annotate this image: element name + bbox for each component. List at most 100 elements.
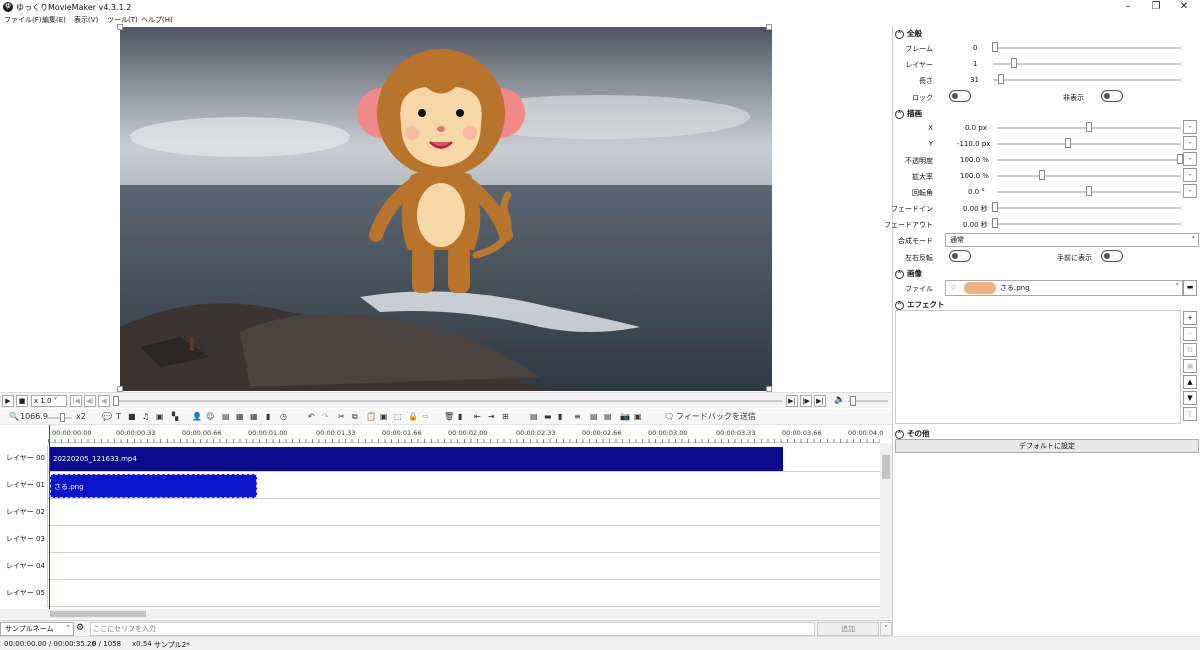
slider-thumb[interactable]	[1039, 170, 1045, 180]
y-value[interactable]: -110.0 px	[957, 140, 997, 148]
scale-menu-button[interactable]: -	[1183, 168, 1197, 182]
menu-file[interactable]: ファイル(F)	[4, 15, 42, 25]
select-icon[interactable]: ⬚	[394, 412, 402, 422]
slider-thumb[interactable]	[1065, 138, 1071, 148]
length-slider[interactable]	[993, 79, 1181, 81]
slider-thumb[interactable]	[1086, 122, 1092, 132]
remove-effect-icon[interactable]: −	[1183, 327, 1197, 341]
fadein-slider[interactable]	[993, 207, 1181, 209]
copy-icon[interactable]: ⧉	[352, 412, 358, 422]
collapse-icon[interactable]: ^	[895, 29, 904, 39]
text-icon[interactable]: T	[116, 412, 121, 422]
folder-open-icon[interactable]: ▬	[1183, 280, 1197, 296]
opacity-value[interactable]: 100.0 %	[960, 156, 998, 164]
reset-default-button[interactable]: デフォルトに設定	[895, 439, 1199, 453]
volume-icon[interactable]: 🔈	[834, 395, 845, 405]
section-general[interactable]: ^ 全般	[895, 28, 922, 39]
template-icon[interactable]: ▤	[222, 412, 230, 422]
feedback-icon[interactable]: 🗨	[664, 412, 674, 422]
star-icon[interactable]: ☆	[950, 282, 957, 294]
paste-special-icon[interactable]: ▣	[380, 412, 388, 422]
more-icon[interactable]: ⋮	[1183, 407, 1197, 421]
effect-list[interactable]	[895, 310, 1181, 424]
layer-row[interactable]: レイヤー 05	[0, 580, 880, 607]
lock-toggle[interactable]	[949, 90, 971, 102]
save-icon[interactable]: ▮	[266, 412, 270, 422]
menu-view[interactable]: 表示(V)	[74, 15, 98, 25]
person-icon[interactable]: 👤	[192, 412, 202, 422]
video-clip[interactable]: 20220205_121633.mp4	[50, 447, 783, 471]
feedback-button[interactable]: フィードバックを送信	[676, 412, 756, 422]
link-icon[interactable]: ⇔	[422, 412, 429, 422]
slider-thumb[interactable]	[1086, 186, 1092, 196]
menu-help[interactable]: ヘルプ(H)	[141, 15, 173, 25]
handle-top-left[interactable]	[117, 24, 123, 30]
timeline-vscroll[interactable]	[880, 443, 892, 609]
frame-slider[interactable]	[993, 47, 1181, 49]
rotation-value[interactable]: 0.0 °	[968, 188, 1000, 196]
slider-thumb[interactable]	[1011, 58, 1017, 68]
rotation-menu-button[interactable]: -	[1183, 184, 1197, 198]
close-icon[interactable]: ✕	[1170, 0, 1198, 14]
copy-effect-icon[interactable]: ⧉	[1183, 343, 1197, 357]
redo-icon[interactable]: ↷	[322, 412, 329, 422]
opacity-slider[interactable]	[997, 159, 1181, 161]
camera-icon[interactable]: 📷	[620, 412, 630, 422]
trim-left-icon[interactable]: ⇤	[474, 412, 481, 422]
new-file-icon[interactable]: ▤	[530, 412, 538, 422]
monkey-image[interactable]	[356, 45, 526, 297]
paste-icon[interactable]: 📋	[366, 412, 376, 422]
collapse-icon[interactable]: ^	[895, 269, 904, 279]
prev-frame-icon[interactable]: ◀|	[84, 395, 96, 407]
section-effect[interactable]: ^ エフェクト	[895, 299, 945, 310]
export-icon[interactable]: ▤	[590, 412, 598, 422]
x-value[interactable]: 0.0 px	[965, 124, 997, 132]
front-toggle[interactable]	[1101, 250, 1123, 262]
delete-icon[interactable]: 🗑	[444, 412, 454, 422]
speaker-settings-icon[interactable]: ⚙	[76, 623, 84, 633]
flip-toggle[interactable]	[949, 250, 971, 262]
fadeout-value[interactable]: 0.00 秒	[963, 220, 995, 230]
lock-icon[interactable]: 🔒	[408, 412, 418, 422]
move-down-icon[interactable]: ▼	[1183, 391, 1197, 405]
speaker-select[interactable]: サンプルネーム ˅	[0, 622, 74, 636]
slider-thumb[interactable]	[992, 42, 998, 52]
seek-bar[interactable]	[116, 400, 782, 402]
add-button[interactable]: 追加	[817, 622, 879, 636]
music-icon[interactable]: ♫	[142, 412, 149, 422]
scale-value[interactable]: 100.0 %	[960, 172, 998, 180]
section-image[interactable]: ^ 画像	[895, 268, 922, 279]
undo-icon[interactable]: ↶	[308, 412, 315, 422]
fadeout-slider[interactable]	[993, 223, 1181, 225]
layer-row[interactable]: レイヤー 04	[0, 553, 880, 580]
slider-thumb[interactable]	[992, 202, 998, 212]
playhead[interactable]	[49, 425, 50, 609]
layers-icon[interactable]: ▦	[236, 412, 244, 422]
face-icon[interactable]: ☺	[206, 412, 214, 422]
hide-toggle[interactable]	[1101, 90, 1123, 102]
scale-slider[interactable]	[997, 175, 1181, 177]
add-effect-icon[interactable]: +	[1183, 311, 1197, 325]
save-file-icon[interactable]: ▮	[558, 412, 562, 422]
image-clip[interactable]: さる.png	[50, 474, 257, 498]
dialogue-input[interactable]	[90, 622, 815, 636]
image-icon[interactable]: ▣	[156, 412, 164, 422]
y-menu-button[interactable]: -	[1183, 136, 1197, 150]
stop-icon[interactable]: ■	[16, 395, 28, 407]
vscroll-thumb[interactable]	[882, 455, 890, 479]
cut-icon[interactable]: ✂	[338, 412, 345, 422]
shapes-icon[interactable]: ▚	[172, 412, 178, 422]
layer-row[interactable]: レイヤー 02	[0, 499, 880, 526]
blend-mode-select[interactable]: 通常 ˅	[945, 233, 1199, 247]
seek-thumb[interactable]	[113, 396, 119, 406]
section-other[interactable]: ^ その他	[895, 428, 930, 439]
split-icon[interactable]: ⊞	[502, 412, 509, 422]
maximize-icon[interactable]: ❐	[1142, 0, 1170, 14]
next-frame-icon[interactable]: |▶	[800, 395, 812, 407]
slider-thumb[interactable]	[998, 74, 1004, 84]
time-ruler[interactable]: 00:00:00.00 00:00:00.33 00:00:00.66 00:0…	[48, 425, 883, 443]
step-forward-icon[interactable]: ▶|	[786, 395, 798, 407]
menu-edit[interactable]: 編集(E)	[42, 15, 66, 25]
step-back-icon[interactable]: ◀	[98, 395, 110, 407]
trash-layer-icon[interactable]: ▮	[458, 412, 462, 422]
